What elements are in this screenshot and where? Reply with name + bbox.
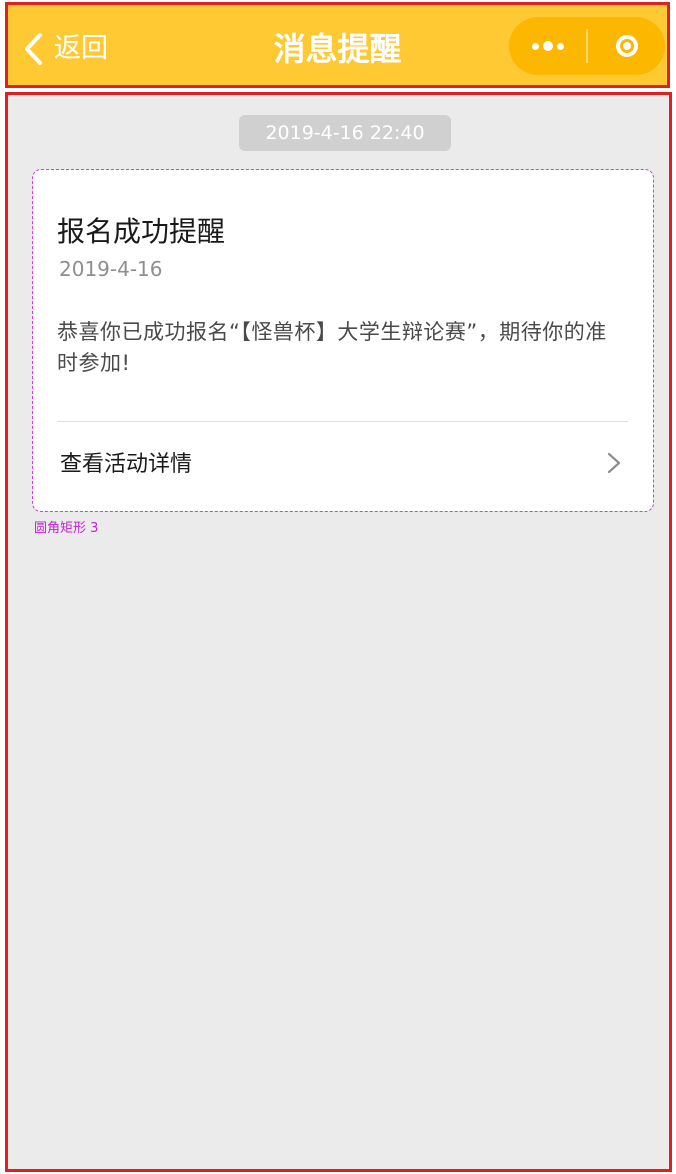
more-button[interactable] xyxy=(509,17,586,75)
link-label: 查看活动详情 xyxy=(60,452,193,477)
capsule-menu xyxy=(509,17,665,75)
notification-card: 报名成功提醒 2019-4-16 恭喜你已成功报名“【怪兽杯】大学生辩论赛”，期… xyxy=(32,169,654,512)
view-activity-details-link[interactable]: 查看活动详情 xyxy=(33,422,653,510)
message-timestamp: 2019-4-16 22:40 xyxy=(239,115,451,151)
chevron-right-icon xyxy=(607,452,621,474)
card-title: 报名成功提醒 xyxy=(57,215,226,248)
more-dots-icon xyxy=(531,41,564,51)
target-icon xyxy=(615,35,638,57)
close-miniprogram-button[interactable] xyxy=(588,17,665,75)
back-button[interactable]: 返回 xyxy=(22,27,108,71)
nav-header: 返回 消息提醒 xyxy=(5,2,670,88)
design-annotation-label: 圆角矩形 3 xyxy=(34,521,99,536)
card-date: 2019-4-16 xyxy=(59,257,163,281)
message-list: 2019-4-16 22:40 报名成功提醒 2019-4-16 恭喜你已成功报… xyxy=(5,92,672,1172)
back-label: 返回 xyxy=(54,33,108,64)
chevron-left-icon xyxy=(22,27,52,71)
card-body: 恭喜你已成功报名“【怪兽杯】大学生辩论赛”，期待你的准时参加! xyxy=(57,320,607,375)
app-screen: 返回 消息提醒 2019-4-16 22:40 报名成功提醒 2019-4-16… xyxy=(0,0,676,1174)
